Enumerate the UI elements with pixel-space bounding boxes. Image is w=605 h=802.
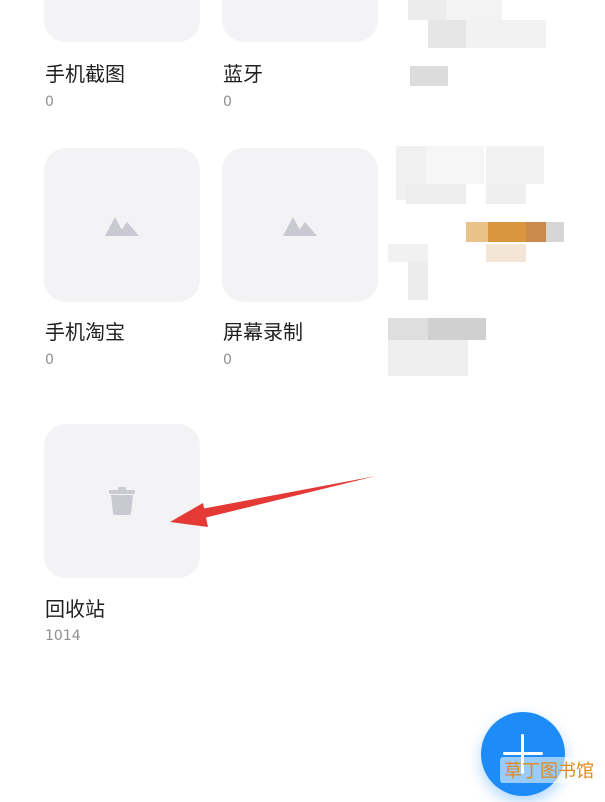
image-placeholder-icon (105, 217, 139, 236)
album-name-screenshots[interactable]: 手机截图 (45, 62, 125, 86)
album-thumbnail-screenshots[interactable] (44, 0, 200, 42)
album-thumbnail-taobao[interactable] (44, 148, 200, 302)
album-thumbnail-screen-recording[interactable] (222, 148, 378, 302)
album-name-screen-recording[interactable]: 屏幕录制 (223, 320, 303, 344)
album-name-bluetooth[interactable]: 蓝牙 (223, 62, 263, 86)
annotation-arrow (170, 476, 376, 527)
album-name-taobao[interactable]: 手机淘宝 (45, 320, 125, 344)
trash-icon (109, 487, 135, 515)
album-count-bluetooth: 0 (223, 94, 232, 110)
album-count-recycle-bin: 1014 (45, 628, 81, 644)
album-count-taobao: 0 (45, 352, 54, 368)
album-thumbnail-bluetooth[interactable] (222, 0, 378, 42)
album-name-recycle-bin[interactable]: 回收站 (45, 597, 105, 621)
image-placeholder-icon (283, 217, 317, 236)
watermark: 草丁图书馆 (500, 757, 598, 783)
add-album-button[interactable] (481, 712, 565, 796)
album-count-screen-recording: 0 (223, 352, 232, 368)
album-count-screenshots: 0 (45, 94, 54, 110)
album-thumbnail-recycle-bin[interactable] (44, 424, 200, 578)
